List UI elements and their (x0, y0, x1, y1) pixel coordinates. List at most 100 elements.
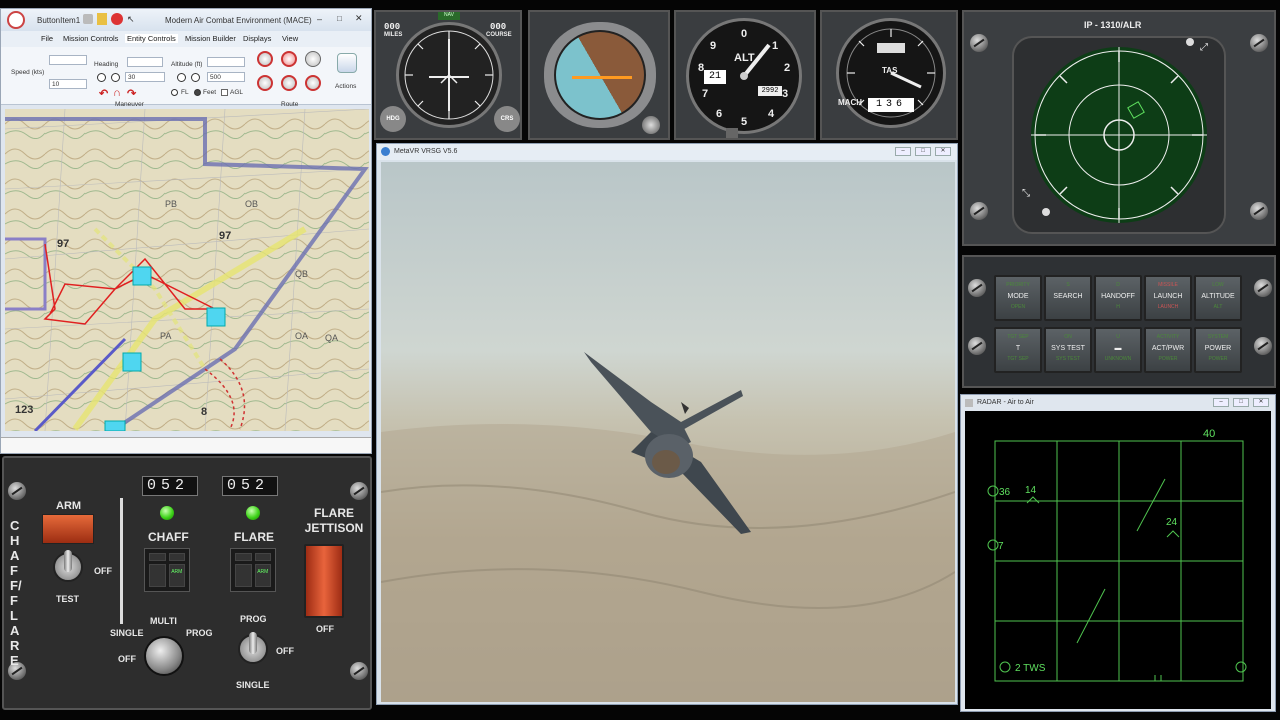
handoff-button[interactable]: D HANDOFF H (1094, 275, 1142, 321)
heading-input[interactable]: 30 (125, 72, 165, 82)
vrsg-close-button[interactable]: ✕ (935, 147, 951, 156)
tab-displays[interactable]: Displays (243, 34, 271, 43)
unknown-top: U (1116, 334, 1120, 340)
off2-label: OFF (276, 646, 294, 656)
speed-input[interactable]: 10 (49, 79, 87, 89)
radar-close-button[interactable]: ✕ (1253, 398, 1269, 407)
map-label: PA (160, 331, 171, 341)
actions-icon[interactable] (337, 53, 357, 73)
svg-text:5: 5 (741, 116, 747, 128)
adi-adjust-knob[interactable] (642, 116, 660, 134)
vrsg-minimize-button[interactable]: – (895, 147, 911, 156)
mode-selector-knob[interactable] (144, 636, 184, 676)
sys-test-button[interactable]: ON SYS TEST SYS TEST (1044, 327, 1092, 373)
heading-plus-button[interactable] (111, 73, 120, 82)
tab-mission-builder[interactable]: Mission Builder (185, 34, 236, 43)
screw-icon (968, 337, 986, 355)
flare-jettison-cover[interactable] (304, 544, 344, 618)
arm-label: ARM (56, 500, 82, 512)
qa-folder-icon[interactable] (97, 13, 107, 25)
radar-alt-36: 36 (999, 487, 1011, 498)
tab-view[interactable]: View (282, 34, 298, 43)
tactical-map[interactable]: 97 97 123 8 PB PA OB OA QB QA (5, 109, 369, 431)
fl-radio[interactable] (171, 89, 178, 96)
3d-view[interactable] (381, 162, 955, 702)
mode-button[interactable]: PRIORITY MODE OPEN (994, 275, 1042, 321)
route-clear-icon[interactable] (305, 75, 321, 91)
prog2-label: PROG (240, 614, 267, 624)
map-unit-aircraft-icon[interactable] (122, 352, 142, 372)
route-delete-icon[interactable] (257, 75, 273, 91)
radar-range: 40 (1203, 428, 1215, 440)
tgt-sep-button[interactable]: TGT SEP T TGT SEP (994, 327, 1042, 373)
heading-slider[interactable] (127, 57, 163, 67)
unknown-button[interactable]: U ▬ UNKNOWN (1094, 327, 1142, 373)
altitude-input[interactable]: 500 (207, 72, 245, 82)
alt-set-knob[interactable] (726, 128, 738, 138)
qa-settings-icon[interactable] (83, 14, 93, 24)
launch-bottom: LAUNCH (1157, 304, 1179, 310)
tab-entity-controls[interactable]: Entity Controls (125, 34, 178, 43)
route-add-icon[interactable] (257, 51, 273, 67)
radar-minimize-button[interactable]: – (1213, 398, 1229, 407)
mace-window: ButtonItem1 ↖ Modern Air Combat Environm… (0, 8, 372, 454)
aircraft-symbol (572, 76, 632, 79)
radar-maximize-button[interactable]: □ (1233, 398, 1249, 407)
altitude-plus-button[interactable] (191, 73, 200, 82)
alt-label: ALT (734, 52, 755, 64)
map-unit-aircraft-icon[interactable] (132, 266, 152, 286)
handoff-bottom: H (1116, 304, 1120, 310)
map-svg[interactable]: 97 97 123 8 PB PA OB OA QB QA (5, 109, 369, 431)
ip-resize-icon[interactable]: ⤡ (1022, 188, 1030, 199)
actions-button[interactable]: Actions (335, 83, 356, 90)
close-button[interactable]: ✕ (355, 13, 363, 24)
screw-icon (350, 662, 368, 680)
screw-icon (970, 34, 988, 52)
route-waypoint-icon[interactable] (281, 51, 297, 67)
screw-icon (1250, 202, 1268, 220)
altitude-button[interactable]: LOW ALTITUDE ALT (1194, 275, 1242, 321)
vrsg-maximize-button[interactable]: □ (915, 147, 931, 156)
map-unit-aircraft-icon[interactable] (206, 307, 226, 327)
route-cancel-icon[interactable] (305, 51, 321, 67)
app-logo-icon[interactable] (7, 11, 25, 29)
route-edit-icon[interactable] (281, 75, 297, 91)
map-unit-aircraft-icon[interactable] (104, 420, 126, 431)
altitude-main: ALTITUDE (1201, 293, 1235, 300)
altitude-bottom: ALT (1213, 304, 1223, 310)
ip-expand-icon[interactable]: ⤢ (1200, 42, 1208, 53)
speed-label: Speed (kts) (11, 69, 45, 76)
chaff-indicator-panel: ARM (144, 548, 190, 592)
crs-knob[interactable]: CRS (494, 106, 520, 132)
qa-stop-icon[interactable] (111, 13, 123, 25)
arm-toggle-switch[interactable] (53, 550, 83, 582)
maximize-button[interactable]: □ (337, 14, 342, 23)
chaff-led-icon (160, 506, 174, 520)
maneuver-turn-left-icon[interactable]: ↶ (99, 87, 108, 100)
hdg-knob[interactable]: HDG (380, 106, 406, 132)
altitude-minus-button[interactable] (177, 73, 186, 82)
feet-radio[interactable] (194, 89, 201, 96)
maneuver-turn-right-icon[interactable]: ↷ (127, 87, 136, 100)
map-label: 97 (219, 230, 231, 242)
speed-slider[interactable] (49, 55, 87, 65)
act-pwr-button[interactable]: ACTIVITY ACT/PWR POWER (1144, 327, 1192, 373)
divider (120, 498, 123, 624)
ip-brightness-icon[interactable] (1186, 38, 1194, 46)
agl-checkbox[interactable] (221, 89, 228, 96)
power-button[interactable]: SYSTEM POWER POWER (1194, 327, 1242, 373)
arm-guard-cover[interactable] (42, 514, 94, 544)
prog-toggle-switch[interactable] (238, 632, 268, 664)
feet-label: Feet (203, 89, 217, 96)
minimize-button[interactable]: – (317, 14, 322, 24)
heading-minus-button[interactable] (97, 73, 106, 82)
altitude-slider[interactable] (207, 57, 245, 67)
qa-button[interactable]: ButtonItem1 (37, 16, 80, 25)
radar-scope[interactable]: 40 36 7 14 24 2 TWS (965, 411, 1271, 709)
maneuver-loop-icon[interactable]: ∩ (113, 87, 121, 99)
search-button[interactable]: S SEARCH (1044, 275, 1092, 321)
launch-button[interactable]: MISSILE LAUNCH LAUNCH (1144, 275, 1192, 321)
tab-mission-controls[interactable]: Mission Controls (63, 34, 118, 43)
tab-file[interactable]: File (41, 34, 53, 43)
ip-contrast-icon[interactable] (1042, 208, 1050, 216)
